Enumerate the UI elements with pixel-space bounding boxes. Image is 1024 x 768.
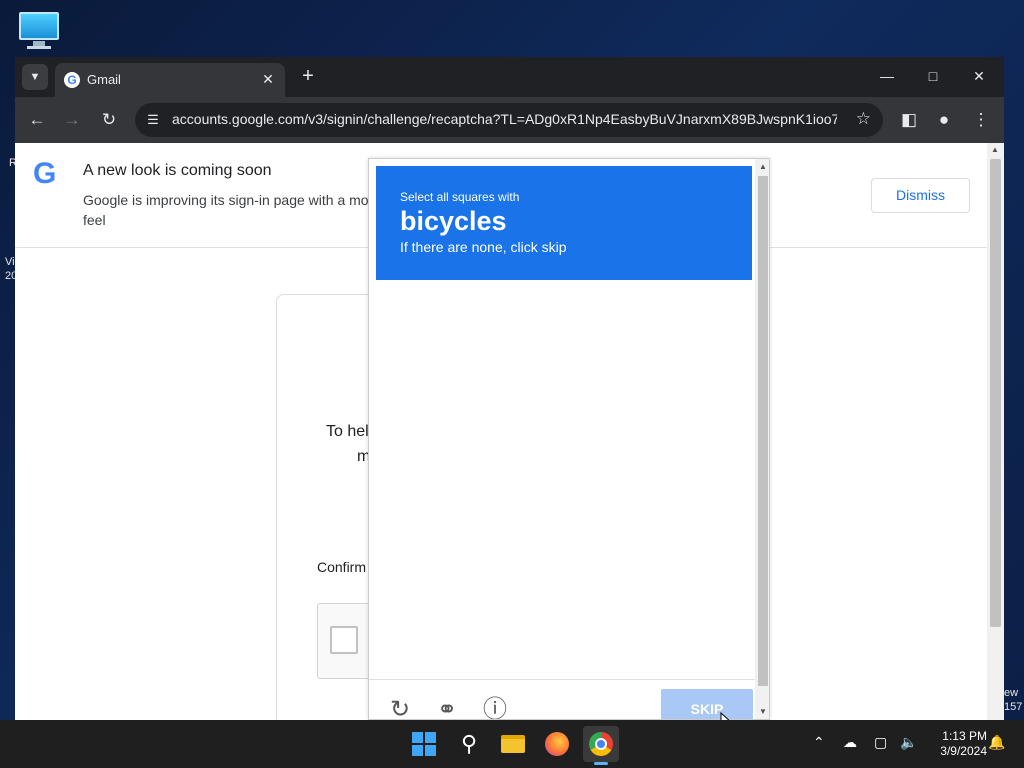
tab-strip: ▼ G Gmail ✕ + — □ ✕ [15, 57, 1004, 97]
scrollbar-thumb[interactable] [990, 159, 1001, 627]
close-window-button[interactable]: ✕ [956, 63, 1002, 89]
google-g-icon: G [64, 72, 80, 88]
tab-title: Gmail [87, 72, 121, 87]
challenge-footer-divider [369, 679, 755, 680]
chrome-icon[interactable] [583, 726, 619, 762]
minimize-icon: — [880, 68, 894, 84]
dismiss-button[interactable]: Dismiss [871, 178, 970, 213]
browser-toolbar: ← → ↻ ☰ accounts.google.com/v3/signin/ch… [15, 97, 1004, 143]
banner-body: Google is improving its sign-in page wit… [83, 190, 373, 230]
back-button[interactable]: ← [24, 107, 50, 133]
audio-headphones-icon[interactable]: ⚭ [432, 695, 462, 719]
taskbar: ⚲ ⌃ ☁ ▢ 🔈 1:13 PM 3/9/2024 🔔 [0, 720, 1024, 768]
desktop-computer-icon[interactable] [17, 10, 61, 50]
desktop-edge-text: 157 [1004, 701, 1023, 713]
taskbar-clock[interactable]: 1:13 PM 3/9/2024 [925, 729, 987, 759]
clock-time: 1:13 PM [942, 729, 987, 743]
recaptcha-checkbox[interactable] [330, 626, 358, 654]
new-tab-button[interactable]: + [297, 66, 319, 88]
banner-title: A new look is coming soon [83, 162, 272, 179]
firefox-icon[interactable] [539, 726, 575, 762]
active-app-indicator [594, 762, 608, 765]
confirm-label: Confirm [317, 559, 367, 575]
forward-button[interactable]: → [59, 107, 85, 133]
clock-date: 3/9/2024 [940, 744, 987, 758]
menu-button[interactable]: ⋮ [968, 107, 994, 133]
side-panel-button[interactable]: ◧ [896, 107, 922, 133]
challenge-scrollbar-thumb[interactable] [758, 176, 768, 686]
google-logo-icon: G [33, 157, 57, 190]
reload-icon[interactable]: ↻ [385, 695, 415, 719]
close-tab-icon[interactable]: ✕ [259, 70, 277, 88]
windows-start-icon[interactable] [406, 726, 442, 762]
url-text[interactable]: accounts.google.com/v3/signin/challenge/… [172, 111, 837, 127]
scroll-up-icon[interactable]: ▲ [991, 145, 999, 154]
maximize-button[interactable]: □ [910, 63, 956, 89]
file-explorer-icon[interactable] [495, 726, 531, 762]
volume-muted-icon[interactable]: 🔈 [900, 734, 917, 751]
challenge-header: Select all squares with bicycles If ther… [376, 166, 752, 280]
profile-button[interactable]: ● [931, 107, 957, 133]
tab-gmail[interactable]: G Gmail ✕ [55, 63, 285, 97]
card-text-line1: To hel [326, 423, 369, 440]
challenge-scrollbar[interactable]: ▲ ▼ [755, 159, 769, 719]
notification-bell-icon[interactable]: 🔔 [988, 734, 1005, 751]
banner-body-line1: Google is improving its sign-in page wit… [83, 192, 369, 208]
arrow-left-icon: ← [28, 110, 46, 129]
scroll-down-icon[interactable]: ▼ [759, 707, 767, 716]
search-icon[interactable]: ⚲ [451, 726, 487, 762]
address-bar[interactable]: ☰ accounts.google.com/v3/signin/challeng… [135, 103, 883, 137]
kebab-menu-icon: ⋮ [972, 110, 990, 129]
maximize-icon: □ [928, 68, 938, 84]
cloud-offline-icon[interactable]: ☁ [843, 734, 857, 751]
skip-button[interactable]: SKIP [661, 689, 753, 719]
reload-button[interactable]: ↻ [96, 107, 122, 133]
banner-body-line2: feel [83, 212, 106, 228]
recaptcha-challenge-popup: Select all squares with bicycles If ther… [368, 158, 770, 720]
challenge-target: bicycles [400, 206, 507, 236]
chevron-down-icon: ▼ [29, 71, 41, 83]
network-icon[interactable]: ▢ [874, 734, 887, 751]
challenge-instruction: Select all squares with [400, 190, 520, 204]
desktop-edge-text: Vi [5, 256, 15, 268]
minimize-button[interactable]: — [864, 63, 910, 89]
side-panel-icon: ◧ [900, 110, 918, 129]
chevron-up-icon[interactable]: ⌃ [813, 734, 825, 751]
challenge-hint: If there are none, click skip [400, 239, 567, 255]
scroll-up-icon[interactable]: ▲ [759, 162, 767, 171]
bookmark-star-icon[interactable]: ☆ [856, 109, 871, 129]
close-icon: ✕ [973, 68, 985, 84]
info-icon[interactable]: ⓘ [480, 695, 510, 719]
desktop-edge-text: ew [1004, 687, 1019, 699]
tab-search-button[interactable]: ▼ [22, 64, 48, 90]
arrow-right-icon: → [63, 110, 81, 129]
reload-icon: ↻ [101, 110, 117, 129]
profile-avatar-icon: ● [938, 110, 950, 129]
page-scrollbar[interactable]: ▲ [987, 143, 1004, 720]
site-info-icon[interactable]: ☰ [143, 110, 163, 130]
